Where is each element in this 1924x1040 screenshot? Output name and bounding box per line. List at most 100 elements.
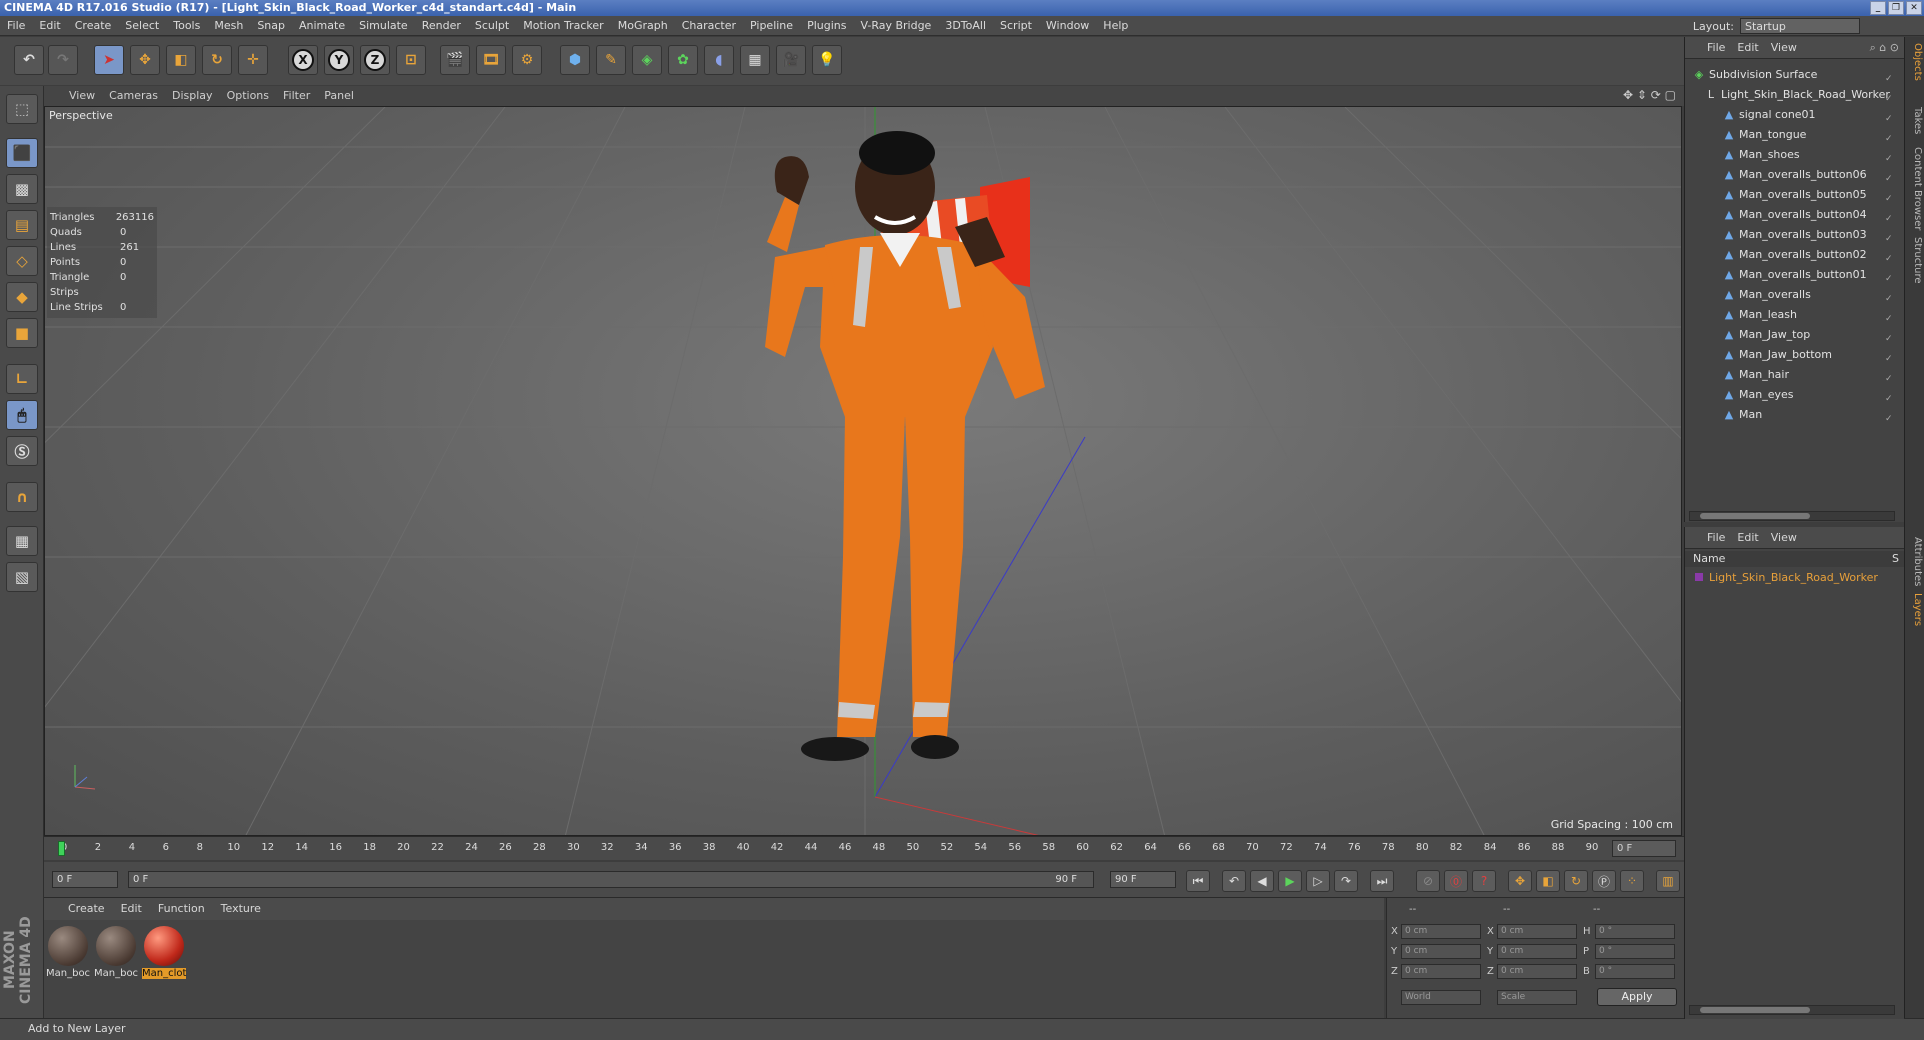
- menu-script[interactable]: Script: [993, 16, 1039, 36]
- tree-item[interactable]: ▲ signal cone01 ✓: [1685, 105, 1895, 125]
- rotation-h-field[interactable]: 0 °: [1595, 924, 1675, 939]
- visibility-icon[interactable]: ✓: [1885, 209, 1893, 224]
- tree-item[interactable]: ▲ Man_overalls_button04 ✓: [1685, 205, 1895, 225]
- x-axis-button[interactable]: X: [288, 45, 318, 75]
- minimize-button[interactable]: _: [1870, 1, 1886, 15]
- tree-item[interactable]: ▲ Man ✓: [1685, 405, 1895, 425]
- planar-workplane-icon[interactable]: ▧: [6, 562, 38, 592]
- menu-help[interactable]: Help: [1096, 16, 1135, 36]
- visibility-icon[interactable]: ✓: [1885, 389, 1893, 404]
- layer-menu-view[interactable]: View: [1765, 527, 1803, 549]
- position-y-field[interactable]: 0 cm: [1401, 944, 1481, 959]
- timeline-window-icon[interactable]: ▥: [1656, 870, 1680, 892]
- make-editable-icon[interactable]: ⬚: [6, 94, 38, 124]
- menu-vray-bridge[interactable]: V-Ray Bridge: [853, 16, 938, 36]
- render-settings-icon[interactable]: ⚙: [512, 45, 542, 75]
- obj-menu-view[interactable]: View: [1765, 37, 1803, 59]
- snap-icon[interactable]: Ⓢ: [6, 436, 38, 466]
- cube-icon[interactable]: ⬢: [560, 45, 590, 75]
- size-z-field[interactable]: 0 cm: [1497, 964, 1577, 979]
- vp-menu-cameras[interactable]: Cameras: [102, 86, 165, 106]
- frame-range-slider[interactable]: 0 F 90 F: [128, 871, 1094, 888]
- go-to-start-icon[interactable]: ⏮: [1186, 870, 1210, 892]
- menu-character[interactable]: Character: [675, 16, 743, 36]
- previous-frame-icon[interactable]: ◀: [1250, 870, 1274, 892]
- layer-menu-file[interactable]: File: [1701, 527, 1731, 549]
- apply-button[interactable]: Apply: [1597, 988, 1677, 1006]
- menu-create[interactable]: Create: [68, 16, 119, 36]
- coordinate-system-icon[interactable]: ⊡: [396, 45, 426, 75]
- current-frame-field[interactable]: 0 F: [1612, 840, 1676, 857]
- model-mode-icon[interactable]: ⬛: [6, 138, 38, 168]
- tree-item[interactable]: ▲ Man_hair ✓: [1685, 365, 1895, 385]
- timeline-scale[interactable]: 0246810121416182022242628303234363840424…: [52, 839, 1602, 859]
- material-swatch[interactable]: Man_boc: [46, 924, 90, 984]
- menu-file[interactable]: File: [0, 16, 32, 36]
- visibility-icon[interactable]: ✓: [1885, 349, 1893, 364]
- tab-takes[interactable]: Takes: [1907, 107, 1923, 134]
- end-frame-field[interactable]: 90 F: [1110, 871, 1176, 888]
- tab-objects[interactable]: Objects: [1907, 43, 1923, 81]
- render-picture-viewer-icon[interactable]: 🎞: [476, 45, 506, 75]
- visibility-icon[interactable]: ✓: [1885, 129, 1893, 144]
- obj-menu-edit[interactable]: Edit: [1731, 37, 1764, 59]
- auto-key-icon[interactable]: ⓪: [1444, 870, 1468, 892]
- menu-snap[interactable]: Snap: [250, 16, 292, 36]
- render-view-icon[interactable]: 🎬: [440, 45, 470, 75]
- menu-sculpt[interactable]: Sculpt: [468, 16, 516, 36]
- light-icon[interactable]: 💡: [812, 45, 842, 75]
- tree-item[interactable]: ▲ Man_overalls_button05 ✓: [1685, 185, 1895, 205]
- visibility-icon[interactable]: ✓: [1885, 309, 1893, 324]
- vp-menu-display[interactable]: Display: [165, 86, 220, 106]
- search-icon[interactable]: ⌕ ⌂ ⊙: [1870, 37, 1899, 59]
- tab-structure[interactable]: Structure: [1907, 237, 1923, 284]
- mat-menu-create[interactable]: Create: [60, 898, 113, 920]
- next-frame-icon[interactable]: ▷: [1306, 870, 1330, 892]
- rotate-icon[interactable]: ↻: [202, 45, 232, 75]
- menu-render[interactable]: Render: [415, 16, 468, 36]
- visibility-icon[interactable]: ✓: [1885, 89, 1893, 104]
- material-swatch[interactable]: Man_boc: [94, 924, 138, 984]
- rotation-b-field[interactable]: 0 °: [1595, 964, 1675, 979]
- tree-item[interactable]: ▲ Man_overalls_button03 ✓: [1685, 225, 1895, 245]
- visibility-icon[interactable]: ✓: [1885, 329, 1893, 344]
- tree-item[interactable]: ▲ Man_eyes ✓: [1685, 385, 1895, 405]
- camera-icon[interactable]: 🎥: [776, 45, 806, 75]
- keyframe-selection-icon[interactable]: ?: [1472, 870, 1496, 892]
- undo-icon[interactable]: ↶: [14, 45, 44, 75]
- deformer-icon[interactable]: ◖: [704, 45, 734, 75]
- layer-menu-edit[interactable]: Edit: [1731, 527, 1764, 549]
- size-y-field[interactable]: 0 cm: [1497, 944, 1577, 959]
- menu-window[interactable]: Window: [1039, 16, 1096, 36]
- vp-menu-filter[interactable]: Filter: [276, 86, 317, 106]
- select-arrow-icon[interactable]: ➤: [94, 45, 124, 75]
- points-mode-icon[interactable]: ◇: [6, 246, 38, 276]
- redo-icon[interactable]: ↷: [48, 45, 78, 75]
- workplane-icon[interactable]: ▤: [6, 210, 38, 240]
- visibility-icon[interactable]: ✓: [1885, 69, 1893, 84]
- visibility-icon[interactable]: ✓: [1885, 109, 1893, 124]
- visibility-icon[interactable]: ✓: [1885, 189, 1893, 204]
- menu-mograph[interactable]: MoGraph: [611, 16, 675, 36]
- scroll-thumb[interactable]: [1700, 513, 1810, 519]
- close-button[interactable]: ✕: [1906, 1, 1922, 15]
- tab-attributes[interactable]: Attributes: [1907, 537, 1923, 586]
- z-axis-button[interactable]: Z: [360, 45, 390, 75]
- tab-layers[interactable]: Layers: [1907, 593, 1923, 626]
- maximize-button[interactable]: ❐: [1888, 1, 1904, 15]
- mat-menu-function[interactable]: Function: [150, 898, 213, 920]
- menu-select[interactable]: Select: [118, 16, 166, 36]
- visibility-icon[interactable]: ✓: [1885, 149, 1893, 164]
- key-position-icon[interactable]: ✥: [1508, 870, 1532, 892]
- subdivision-icon[interactable]: ◈: [632, 45, 662, 75]
- menu-simulate[interactable]: Simulate: [352, 16, 415, 36]
- texture-mode-icon[interactable]: ▩: [6, 174, 38, 204]
- tree-item[interactable]: ▲ Man_tongue ✓: [1685, 125, 1895, 145]
- visibility-icon[interactable]: ✓: [1885, 409, 1893, 424]
- next-key-icon[interactable]: ↷: [1334, 870, 1358, 892]
- menu-edit[interactable]: Edit: [32, 16, 67, 36]
- viewport-nav-icons[interactable]: ✥ ⇕ ⟳ ▢: [1623, 88, 1676, 102]
- y-axis-button[interactable]: Y: [324, 45, 354, 75]
- visibility-icon[interactable]: ✓: [1885, 229, 1893, 244]
- vp-menu-options[interactable]: Options: [220, 86, 276, 106]
